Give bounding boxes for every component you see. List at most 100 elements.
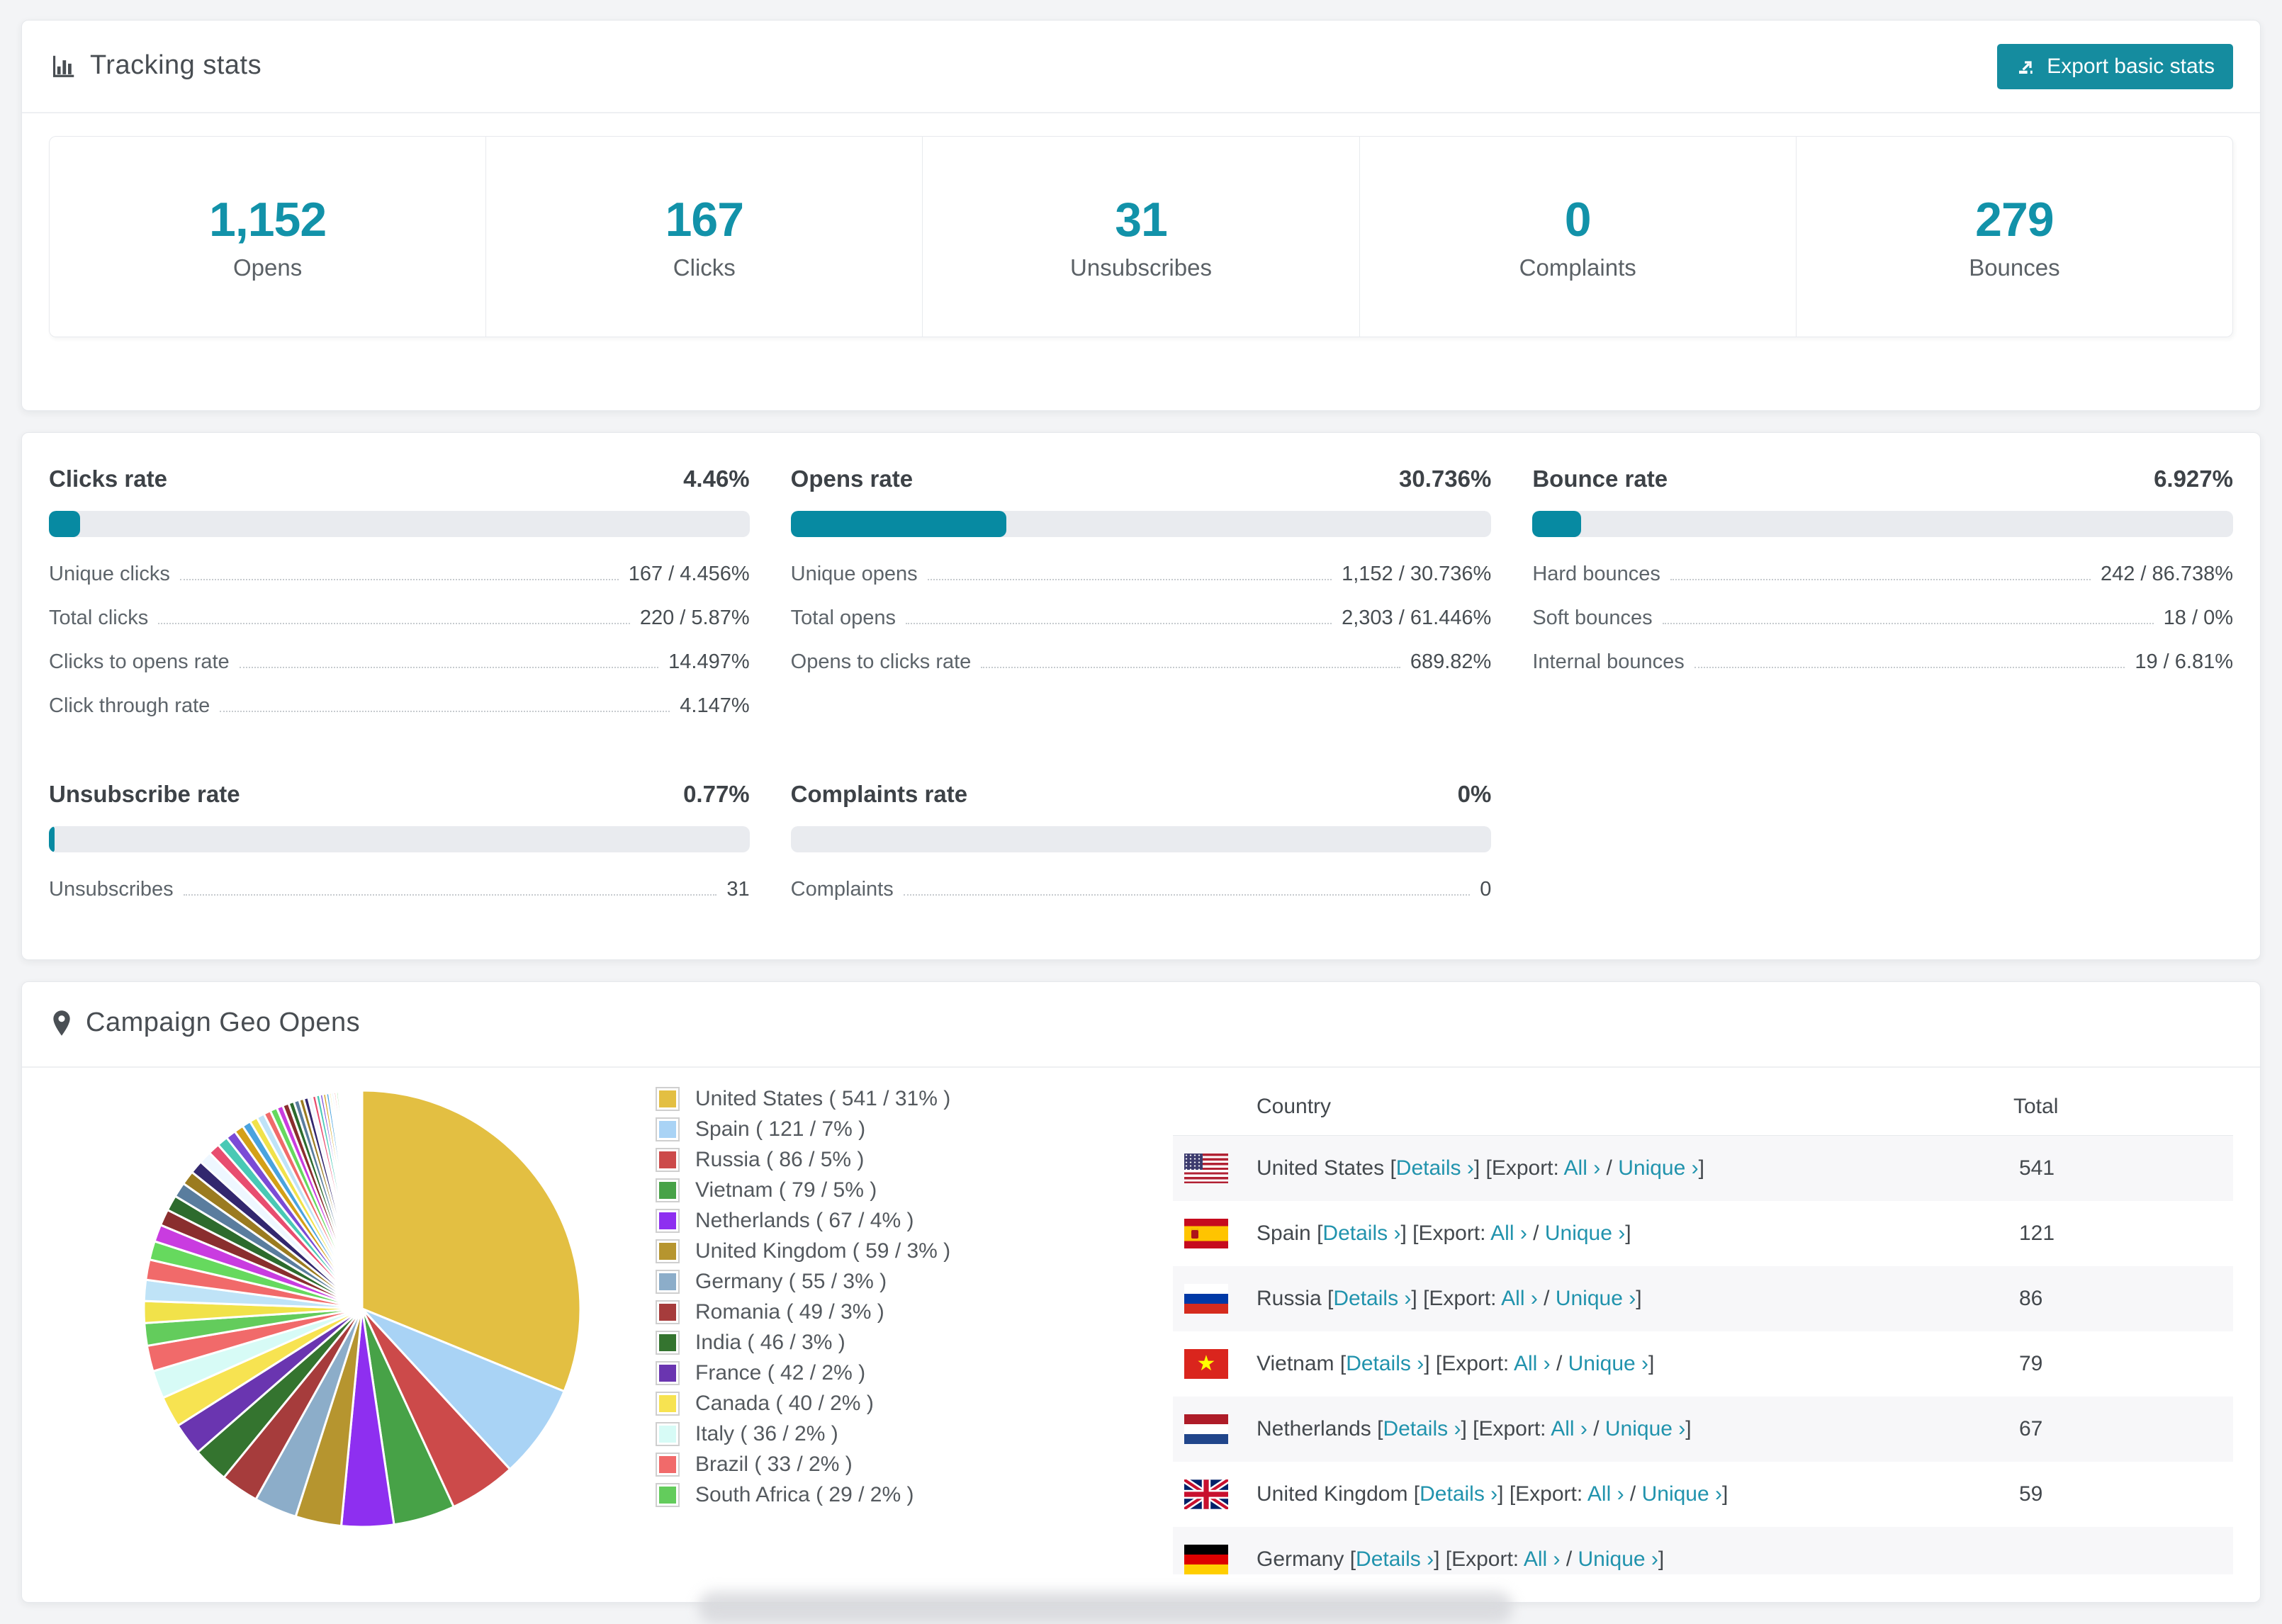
legend-item: Netherlands ( 67 / 4% ) [656, 1205, 1126, 1236]
progress-bar [790, 511, 1492, 537]
export-all-link[interactable]: All › [1514, 1352, 1551, 1375]
legend-label: United States ( 541 / 31% ) [695, 1086, 951, 1110]
details-link[interactable]: Details › [1356, 1547, 1434, 1571]
export-unique-link[interactable]: Unique › [1545, 1222, 1625, 1245]
dotted-leader [1670, 579, 2091, 580]
legend-label: Brazil ( 33 / 2% ) [695, 1452, 853, 1476]
legend-item: Romania ( 49 / 3% ) [656, 1297, 1126, 1327]
rate-title: Bounce rate [1532, 466, 1668, 492]
rate-detail-label: Unique opens [790, 563, 918, 585]
export-all-link[interactable]: All › [1501, 1287, 1538, 1310]
export-icon [2016, 56, 2037, 77]
country-cell: Germany [Details ›] [Export: All › / Uni… [1257, 1547, 1665, 1571]
stat-value: 1,152 [209, 193, 327, 247]
legend-item: Brazil ( 33 / 2% ) [656, 1449, 1126, 1479]
legend-item: India ( 46 / 3% ) [656, 1327, 1126, 1358]
stat-label: Unsubscribes [1070, 254, 1212, 281]
rate-detail-row: Unique opens 1,152 / 30.736% [791, 563, 1492, 586]
legend-label: Vietnam ( 79 / 5% ) [695, 1178, 877, 1202]
stat-label: Clicks [673, 254, 736, 281]
rate-title: Complaints rate [790, 781, 968, 807]
legend-label: Spain ( 121 / 7% ) [695, 1117, 866, 1141]
details-link[interactable]: Details › [1333, 1287, 1411, 1310]
geo-table-header: Country Total [1173, 1068, 2233, 1136]
export-unique-link[interactable]: Unique › [1578, 1547, 1658, 1571]
geo-table-body: United States [Details ›] [Export: All ›… [1173, 1136, 2233, 1574]
legend-item: South Africa ( 29 / 2% ) [656, 1479, 1126, 1510]
rate-value: 0.77% [683, 781, 750, 807]
legend-item: Russia ( 86 / 5% ) [656, 1144, 1126, 1175]
total-cell: 86 [2019, 1287, 2043, 1310]
rate-detail-row: Hard bounces 242 / 86.738% [1532, 563, 2233, 586]
rate-title: Unsubscribe rate [49, 781, 240, 807]
summary-stat: 167 Clicks [485, 137, 922, 337]
details-link[interactable]: Details › [1396, 1156, 1474, 1180]
rate-detail-value: 0 [1480, 878, 1492, 901]
legend-label: Russia ( 86 / 5% ) [695, 1147, 865, 1171]
legend-label: United Kingdom ( 59 / 3% ) [695, 1239, 951, 1263]
total-cell: 79 [2019, 1352, 2043, 1375]
geo-table: Country Total United States [Details ›] … [1173, 1068, 2233, 1574]
legend-item: France ( 42 / 2% ) [656, 1358, 1126, 1388]
country-column-header: Country [1257, 1094, 1332, 1118]
export-unique-link[interactable]: Unique › [1618, 1156, 1698, 1180]
legend-swatch [656, 1269, 680, 1294]
legend-label: Canada ( 40 / 2% ) [695, 1391, 874, 1415]
export-unique-link[interactable]: Unique › [1568, 1352, 1648, 1375]
rate-detail-row: Clicks to opens rate 14.497% [49, 650, 750, 674]
total-cell: 67 [2019, 1417, 2043, 1440]
rate-detail-row: Click through rate 4.147% [49, 694, 750, 718]
rate-detail-label: Click through rate [49, 694, 210, 717]
details-link[interactable]: Details › [1383, 1417, 1461, 1440]
export-all-link[interactable]: All › [1524, 1547, 1561, 1571]
rate-section-header: Bounce rate 6.927% [1532, 466, 2233, 492]
legend-swatch [656, 1299, 680, 1324]
legend-swatch [656, 1391, 680, 1416]
rate-section: Complaints rate 0% Complaints 0 [790, 781, 1492, 922]
export-unique-link[interactable]: Unique › [1642, 1482, 1722, 1506]
rate-detail-label: Total clicks [49, 607, 149, 629]
legend-item: Vietnam ( 79 / 5% ) [656, 1175, 1126, 1205]
country-cell: United States [Details ›] [Export: All ›… [1257, 1156, 1704, 1180]
export-unique-link[interactable]: Unique › [1556, 1287, 1636, 1310]
rate-detail-label: Clicks to opens rate [49, 650, 230, 673]
progress-bar [1532, 511, 2233, 537]
rate-section: Unsubscribe rate 0.77% Unsubscribes 31 [49, 781, 750, 922]
stat-label: Complaints [1519, 254, 1636, 281]
geo-table-row: Germany [Details ›] [Export: All › / Uni… [1173, 1527, 2233, 1574]
rates-grid: Clicks rate 4.46% Unique clicks 167 / 4.… [49, 466, 2233, 922]
details-link[interactable]: Details › [1322, 1222, 1400, 1245]
progress-bar-fill [49, 826, 55, 852]
progress-bar-fill [790, 511, 1006, 537]
rate-title: Opens rate [790, 466, 914, 492]
stat-label: Bounces [1969, 254, 2060, 281]
export-unique-link[interactable]: Unique › [1605, 1417, 1685, 1440]
export-all-link[interactable]: All › [1587, 1482, 1624, 1506]
details-link[interactable]: Details › [1346, 1352, 1424, 1375]
progress-bar [790, 826, 1492, 852]
progress-bar-fill [49, 511, 81, 537]
legend-label: Germany ( 55 / 3% ) [695, 1269, 887, 1293]
details-link[interactable]: Details › [1420, 1482, 1497, 1506]
rate-detail-label: Soft bounces [1532, 607, 1653, 629]
legend-label: South Africa ( 29 / 2% ) [695, 1482, 914, 1506]
summary-stat: 1,152 Opens [50, 137, 485, 337]
geo-table-row: United Kingdom [Details ›] [Export: All … [1173, 1462, 2233, 1527]
rate-detail-row: Complaints 0 [791, 878, 1492, 901]
export-all-link[interactable]: All › [1551, 1417, 1587, 1440]
export-basic-stats-button[interactable]: Export basic stats [1997, 43, 2233, 89]
legend-swatch [656, 1086, 680, 1111]
geo-legend: United States ( 541 / 31% ) Spain ( 121 … [656, 1083, 1126, 1574]
legend-swatch [656, 1360, 680, 1385]
dotted-leader [158, 623, 630, 624]
export-all-link[interactable]: All › [1490, 1222, 1527, 1245]
rate-section: Clicks rate 4.46% Unique clicks 167 / 4.… [49, 466, 750, 738]
pie-slice [360, 1089, 364, 1310]
vietnam-flag-icon: ★ [1184, 1349, 1228, 1379]
export-all-link[interactable]: All › [1564, 1156, 1601, 1180]
geo-pie-chart [128, 1075, 596, 1574]
dotted-leader [903, 894, 1471, 896]
rate-detail-row: Unsubscribes 31 [49, 878, 750, 901]
rate-section-header: Unsubscribe rate 0.77% [49, 781, 750, 808]
geo-table-row: Spain [Details ›] [Export: All › / Uniqu… [1173, 1201, 2233, 1266]
